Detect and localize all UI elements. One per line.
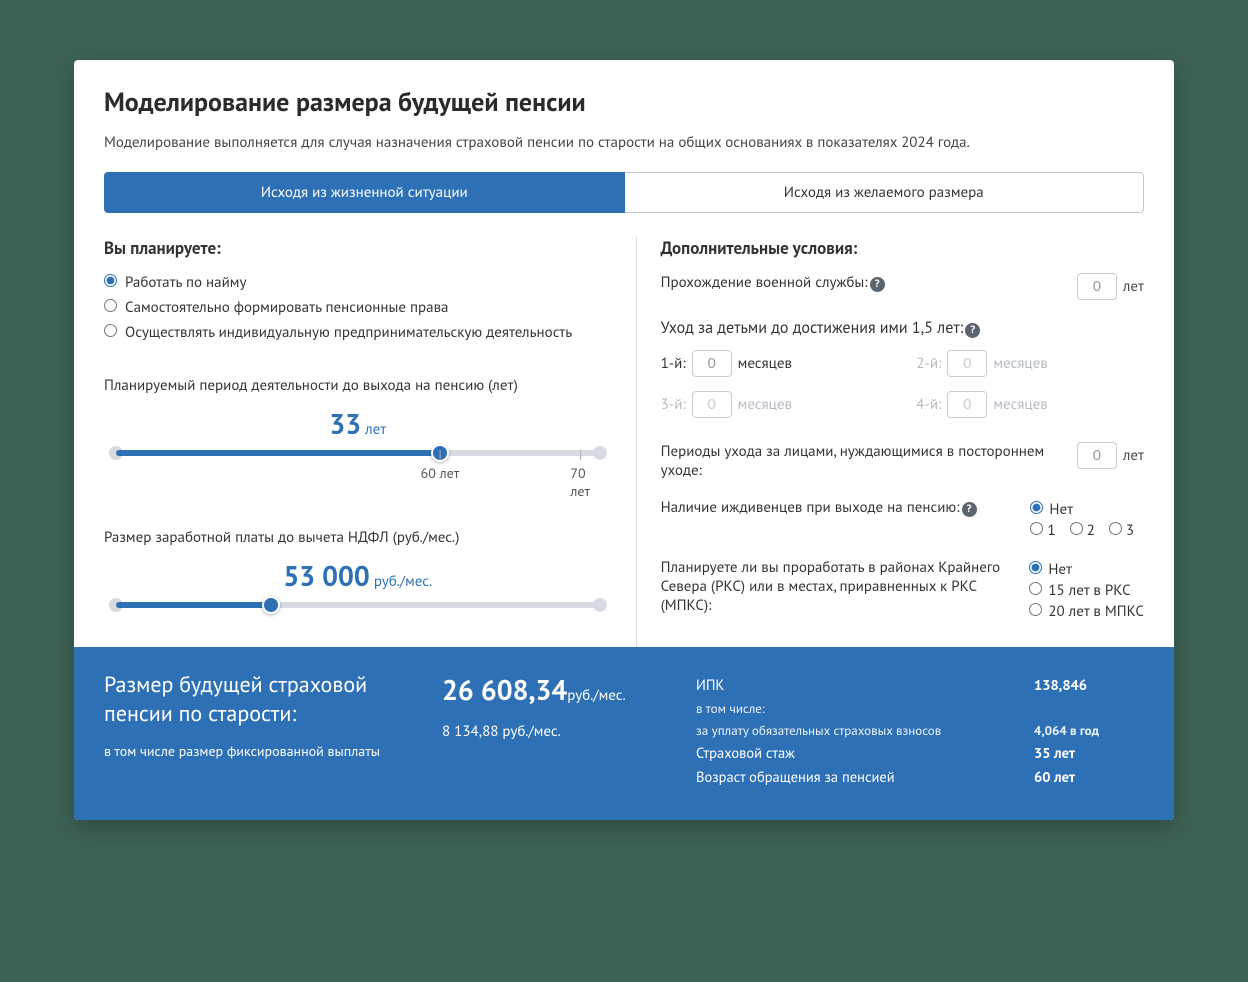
care-label: Периоды ухода за лицами, нуждающимися в …: [661, 442, 1077, 480]
salary-label: Размер заработной платы до вычета НДФЛ (…: [104, 528, 612, 547]
plan-opt-employee[interactable]: Работать по найму: [104, 273, 612, 292]
child-3-input[interactable]: [692, 391, 732, 418]
dep-1[interactable]: 1: [1030, 521, 1055, 540]
plan-radio-2[interactable]: [104, 299, 117, 312]
result-panel: Размер будущей страховой пенсии по старо…: [74, 647, 1174, 820]
plan-radio-1[interactable]: [104, 274, 117, 287]
mark-60: 60 лет: [421, 464, 460, 482]
stazh-label: Страховой стаж: [696, 744, 1034, 763]
child-4: 4-й:месяцев: [916, 391, 1144, 418]
salary-slider[interactable]: [104, 602, 612, 608]
mode-tabs: Исходя из жизненной ситуации Исходя из ж…: [104, 172, 1144, 213]
north-15[interactable]: 15 лет в РКС: [1029, 581, 1144, 600]
contrib-label: за уплату обязательных страховых взносов: [696, 722, 1034, 739]
result-fixed-value: 8 134,88 руб./мес.: [442, 722, 626, 741]
child-4-input[interactable]: [947, 391, 987, 418]
slider-max-icon: [593, 598, 607, 612]
dep-2[interactable]: 2: [1070, 521, 1095, 540]
mark-70: 70 лет: [570, 464, 590, 500]
age-value: 60 лет: [1034, 768, 1144, 787]
plan-heading: Вы планируете:: [104, 237, 612, 259]
child-1: 1-й:месяцев: [661, 350, 889, 377]
slider-max-icon: [593, 446, 607, 460]
north-20[interactable]: 20 лет в МПКС: [1029, 602, 1144, 621]
child-3: 3-й:месяцев: [661, 391, 889, 418]
help-icon[interactable]: ?: [965, 323, 980, 338]
plan-opt-entrepreneur[interactable]: Осуществлять индивидуальную предпринимат…: [104, 323, 612, 342]
page-title: Моделирование размера будущей пенсии: [104, 86, 1144, 119]
military-input[interactable]: [1077, 273, 1117, 300]
north-label: Планируете ли вы проработать в районах К…: [661, 558, 1030, 615]
north-no[interactable]: Нет: [1029, 560, 1144, 579]
period-slider[interactable]: 60 лет 70 лет: [104, 450, 612, 494]
result-title: Размер будущей страховой пенсии по старо…: [104, 671, 414, 728]
military-label: Прохождение военной службы:?: [661, 273, 1077, 292]
stazh-value: 35 лет: [1034, 744, 1144, 763]
ipk-label: ИПК: [696, 676, 1034, 695]
help-icon[interactable]: ?: [962, 502, 977, 517]
ipk-value: 138,846: [1034, 676, 1144, 695]
plan-opt-self[interactable]: Самостоятельно формировать пенсионные пр…: [104, 298, 612, 317]
help-icon[interactable]: ?: [870, 277, 885, 292]
tab-life-situation[interactable]: Исходя из жизненной ситуации: [104, 172, 625, 213]
page-subtitle: Моделирование выполняется для случая наз…: [104, 133, 1144, 152]
childcare-label: Уход за детьми до достижения ими 1,5 лет…: [661, 318, 1144, 338]
pension-modal: Моделирование размера будущей пенсии Мод…: [74, 60, 1174, 820]
right-column: Дополнительные условия: Прохождение воен…: [636, 237, 1144, 647]
dep-no[interactable]: Нет: [1030, 500, 1144, 519]
plan-radios: Работать по найму Самостоятельно формиро…: [104, 273, 612, 342]
salary-thumb[interactable]: [262, 596, 280, 614]
age-label: Возраст обращения за пенсией: [696, 768, 1034, 787]
left-column: Вы планируете: Работать по найму Самосто…: [104, 237, 636, 647]
contrib-value: 4,064 в год: [1034, 722, 1144, 739]
salary-value: 53 000руб./мес.: [104, 557, 612, 594]
care-input[interactable]: [1077, 442, 1117, 469]
plan-radio-3[interactable]: [104, 324, 117, 337]
period-value: 33лет: [104, 405, 612, 442]
child-2-input[interactable]: [947, 350, 987, 377]
period-label: Планируемый период деятельности до выход…: [104, 376, 612, 395]
result-amount: 26 608,34руб./мес.: [442, 671, 626, 708]
child-1-input[interactable]: [692, 350, 732, 377]
dep-3[interactable]: 3: [1109, 521, 1134, 540]
result-fixed-label: в том числе размер фиксированной выплаты: [104, 742, 414, 760]
extra-heading: Дополнительные условия:: [661, 237, 1144, 259]
child-2: 2-й:месяцев: [916, 350, 1144, 377]
tab-desired-amount[interactable]: Исходя из желаемого размера: [625, 172, 1145, 213]
dependents-label: Наличие иждивенцев при выходе на пенсию:…: [661, 498, 1031, 517]
